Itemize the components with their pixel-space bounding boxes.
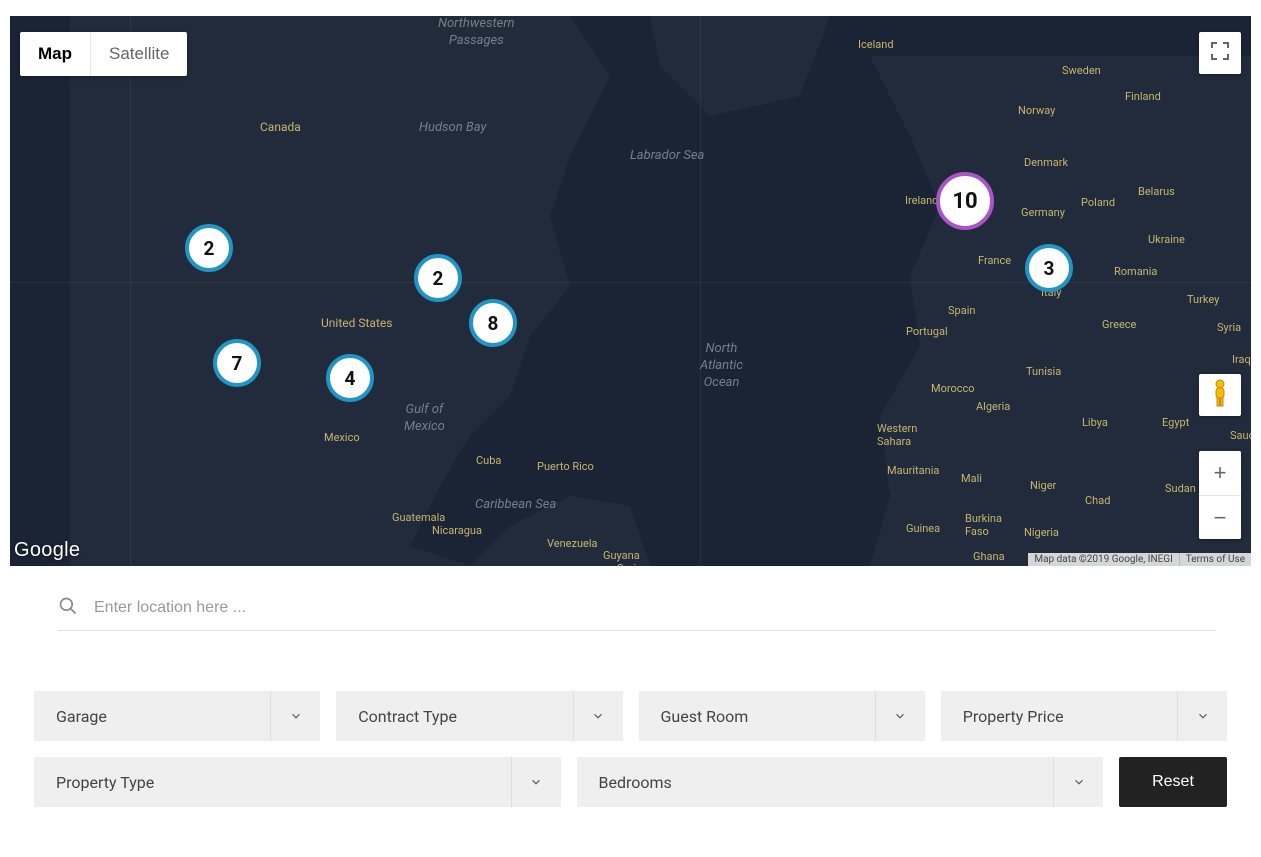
chevron-down-icon [511,757,561,807]
map-background [10,16,1251,566]
pegman-icon [1210,379,1230,411]
cluster-marker[interactable]: 2 [414,254,462,302]
place-label: Cuba [476,454,501,467]
grid-line [700,16,701,566]
streetview-pegman[interactable] [1199,374,1241,416]
place-label: Libya [1082,416,1108,429]
place-label: Finland [1125,90,1161,103]
place-label: Ghana [973,550,1005,563]
zoom-in-button[interactable]: + [1199,451,1241,495]
place-label: Ukraine [1148,233,1185,246]
fullscreen-button[interactable] [1199,32,1241,74]
place-label: Iceland [858,38,894,51]
ocean-label: Caribbean Sea [475,497,556,514]
place-label: Denmark [1024,156,1068,169]
place-label: Spain [948,304,975,317]
filter-guest-room[interactable]: Guest Room [639,691,925,741]
ocean-label: Gulf of Mexico [404,402,445,436]
place-label: Norway [1018,104,1055,117]
place-label: Chad [1085,494,1110,507]
cluster-marker[interactable]: 10 [936,172,994,230]
place-label: Saudi [1230,429,1251,442]
ocean-label: Northwestern Passages [438,16,515,50]
place-label: Mexico [324,431,360,444]
chevron-down-icon [875,691,925,741]
place-label: Morocco [931,382,975,395]
filter-label: Garage [34,691,270,741]
filter-property-price[interactable]: Property Price [941,691,1227,741]
place-label: Guyana [603,549,640,562]
filter-label: Property Price [941,691,1177,741]
place-label: Portugal [906,325,948,338]
reset-button[interactable]: Reset [1119,757,1227,807]
chevron-down-icon [1177,691,1227,741]
place-label: Ireland [905,194,938,207]
place-label: Sweden [1062,64,1101,77]
filter-label: Property Type [34,757,511,807]
fullscreen-icon [1211,42,1229,64]
place-label: Sudan [1165,482,1196,495]
place-label: Iraq [1232,353,1251,366]
place-label: Egypt [1162,416,1189,429]
cluster-marker[interactable]: 2 [185,224,233,272]
cluster-marker[interactable]: 4 [326,354,374,402]
terms-link[interactable]: Terms of Use [1179,553,1251,566]
place-label: Guatemala [392,511,445,524]
cluster-marker[interactable]: 7 [213,339,261,387]
place-label: Nicaragua [432,524,482,537]
location-input[interactable] [94,599,1215,617]
filters: Garage Contract Type Guest Room Property… [34,691,1227,807]
filter-label: Contract Type [336,691,572,741]
grid-line [130,16,131,566]
ocean-label: Hudson Bay [419,120,487,137]
place-label: Poland [1081,196,1115,209]
search-icon [58,596,78,620]
place-label: Mauritania [887,464,939,477]
map-container[interactable]: North Atlantic Ocean Hudson Bay Labrador… [10,16,1251,566]
ocean-label: Labrador Sea [630,148,704,165]
place-label: Romania [1114,265,1157,278]
filter-label: Bedrooms [577,757,1054,807]
place-label: Puerto Rico [537,460,594,473]
map-footer: Map data ©2019 Google, INEGI Terms of Us… [1028,553,1251,566]
place-label: Algeria [976,400,1010,413]
place-label: Greece [1102,318,1136,331]
place-label: Western Sahara [877,422,917,448]
filter-property-type[interactable]: Property Type [34,757,561,807]
chevron-down-icon [270,691,320,741]
place-label: Venezuela [547,537,598,550]
place-label: Canada [260,120,301,134]
chevron-down-icon [573,691,623,741]
zoom-out-button[interactable]: − [1199,495,1241,539]
place-label: Nigeria [1024,526,1059,539]
zoom-control: + − [1199,451,1241,539]
cluster-marker[interactable]: 8 [469,299,517,347]
ocean-label: North Atlantic Ocean [700,341,743,392]
chevron-down-icon [1053,757,1103,807]
place-label: Tunisia [1026,365,1061,378]
place-label: Germany [1021,206,1065,219]
place-label: Niger [1030,479,1056,492]
location-search [58,596,1215,631]
filter-contract-type[interactable]: Contract Type [336,691,622,741]
map-type-satellite[interactable]: Satellite [90,32,187,76]
place-label: Belarus [1138,185,1175,198]
place-label: France [978,254,1011,267]
filter-garage[interactable]: Garage [34,691,320,741]
place-label: United States [321,316,392,330]
place-label: Syria [1217,321,1241,334]
google-logo: Google [14,539,80,562]
place-label: Mali [961,472,982,485]
filter-label: Guest Room [639,691,875,741]
cluster-marker[interactable]: 3 [1025,244,1073,292]
place-label: Suriname [617,562,664,566]
map-type-map[interactable]: Map [20,32,90,76]
place-label: Burkina Faso [965,512,1002,538]
place-label: Guinea [906,522,940,535]
filter-bedrooms[interactable]: Bedrooms [577,757,1104,807]
map-type-toggle: Map Satellite [20,32,187,76]
place-label: Turkey [1187,293,1219,306]
map-data-attribution: Map data ©2019 Google, INEGI [1028,553,1178,566]
